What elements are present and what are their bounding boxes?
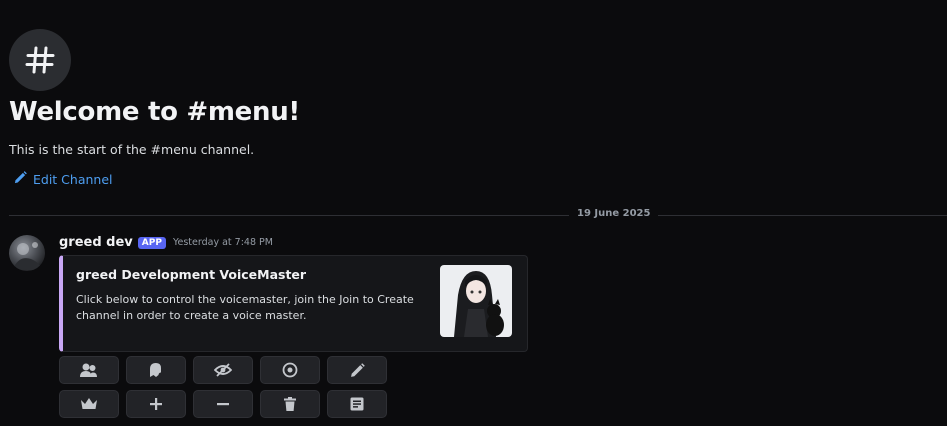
edit-channel-label: Edit Channel (33, 171, 113, 187)
hide-button[interactable] (193, 356, 253, 384)
embed-thumbnail[interactable] (440, 265, 512, 337)
reveal-button[interactable] (260, 356, 320, 384)
date-divider (9, 215, 947, 216)
welcome-subtitle: This is the start of the #menu channel. (9, 142, 255, 157)
eye-icon (282, 362, 298, 378)
notes-icon (350, 397, 364, 411)
chat-view: Welcome to #menu! This is the start of t… (0, 0, 947, 426)
users-icon (80, 362, 98, 378)
embed-title: greed Development VoiceMaster (76, 267, 307, 282)
crown-icon (80, 397, 98, 411)
welcome-title: Welcome to #menu! (9, 97, 300, 127)
message-header: greed dev APP Yesterday at 7:48 PM (59, 235, 273, 250)
date-divider-label: 19 June 2025 (569, 208, 659, 219)
decrease-limit-button[interactable] (193, 390, 253, 418)
ghost-button[interactable] (126, 356, 186, 384)
embed-description: Click below to control the voicemaster, … (76, 293, 414, 322)
eye-off-icon (214, 363, 232, 377)
app-badge: APP (137, 236, 166, 249)
username[interactable]: greed dev (59, 235, 133, 250)
voicemaster-controls-row-2 (59, 390, 387, 418)
timestamp: Yesterday at 7:48 PM (172, 237, 273, 248)
pencil-icon (350, 362, 365, 378)
minus-icon (216, 397, 230, 411)
info-button[interactable] (327, 390, 387, 418)
plus-icon (149, 397, 163, 411)
edit-channel-link[interactable]: Edit Channel (14, 171, 113, 187)
voicemaster-controls-row-1 (59, 356, 387, 384)
increase-limit-button[interactable] (126, 390, 186, 418)
trash-icon (284, 397, 296, 411)
claim-button[interactable] (59, 390, 119, 418)
rename-button[interactable] (327, 356, 387, 384)
ghost-icon (148, 362, 164, 378)
avatar[interactable] (9, 235, 45, 271)
users-button[interactable] (59, 356, 119, 384)
delete-button[interactable] (260, 390, 320, 418)
embed-card: greed Development VoiceMaster Click belo… (59, 255, 528, 352)
hash-icon (9, 29, 71, 91)
pencil-icon (14, 171, 27, 187)
